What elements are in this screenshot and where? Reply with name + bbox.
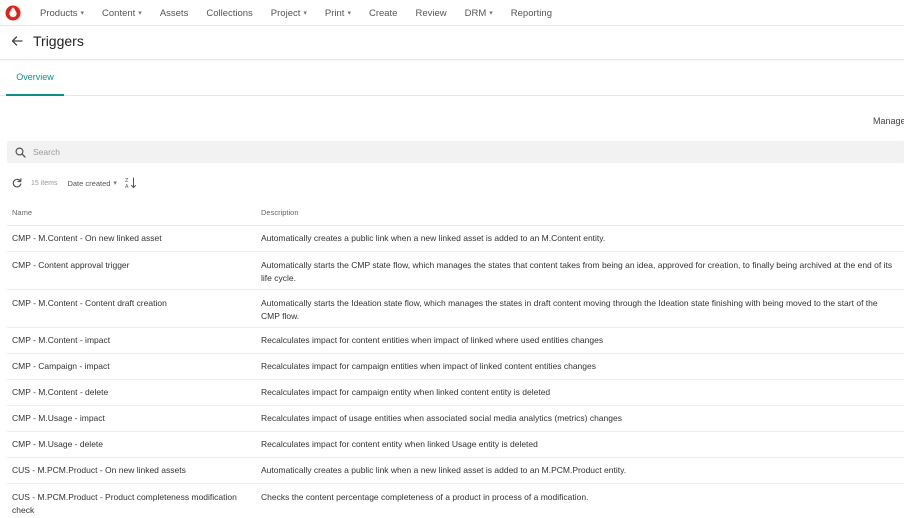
sort-dropdown[interactable]: Date created ▾ xyxy=(67,179,116,188)
nav-item-products[interactable]: Products ▾ xyxy=(40,8,84,19)
nav-item-create[interactable]: Create xyxy=(369,8,398,19)
trigger-name[interactable]: CMP - M.Content - Content draft creation xyxy=(7,297,261,327)
table-row[interactable]: CMP - M.Content - impact Recalculates imp… xyxy=(7,328,904,354)
trigger-name[interactable]: CUS - M.PCM.Product - Product completene… xyxy=(7,491,261,518)
manage-button[interactable]: Manage xyxy=(873,116,904,126)
trigger-name[interactable]: CMP - M.Content - delete xyxy=(7,386,261,399)
column-header-name[interactable]: Name xyxy=(7,208,261,217)
trigger-description: Recalculates impact of usage entities wh… xyxy=(261,413,622,424)
table-row[interactable]: CUS - M.PCM.Product - Product completene… xyxy=(7,484,904,518)
tab-bar: Overview xyxy=(0,60,904,96)
page-title: Triggers xyxy=(33,33,84,49)
item-count: 15 items xyxy=(31,179,58,187)
top-navigation-bar: Products ▾ Content ▾ Assets Collections Pr… xyxy=(0,0,904,26)
page-header: Triggers xyxy=(0,26,904,60)
table-row[interactable]: CUS - M.PCM.Product - On new linked asse… xyxy=(7,458,904,484)
logo-icon[interactable] xyxy=(5,5,21,21)
table-row[interactable]: CMP - M.Content - delete Recalculates imp… xyxy=(7,380,904,406)
trigger-description: Recalculates impact for content entity w… xyxy=(261,439,538,450)
triggers-table: Name Description CMP - M.Content - On ne… xyxy=(7,200,904,518)
chevron-down-icon: ▾ xyxy=(347,10,351,17)
trigger-name[interactable]: CMP - Campaign - impact xyxy=(7,360,261,373)
chevron-down-icon: ▾ xyxy=(80,10,85,17)
nav-item-collections[interactable]: Collections xyxy=(206,8,252,19)
trigger-name[interactable]: CUS - M.PCM.Product - On new linked asse… xyxy=(7,464,261,477)
search-icon xyxy=(15,147,26,158)
nav-item-review[interactable]: Review xyxy=(415,8,446,19)
chevron-down-icon: ▾ xyxy=(489,10,493,17)
nav-item-project[interactable]: Project ▾ xyxy=(271,8,307,19)
back-arrow-icon[interactable] xyxy=(10,34,24,48)
table-body: CMP - M.Content - On new linked asset Aut… xyxy=(7,226,904,518)
table-row[interactable]: CMP - M.Usage - impact Recalculates impac… xyxy=(7,406,904,432)
nav-item-assets[interactable]: Assets xyxy=(160,8,189,19)
trigger-description: Automatically creates a public link when… xyxy=(261,465,627,476)
trigger-description: Automatically starts the Ideation state … xyxy=(261,298,878,321)
chevron-down-icon: ▾ xyxy=(113,180,117,187)
table-header: Name Description xyxy=(7,200,904,226)
column-header-description[interactable]: Description xyxy=(261,208,904,217)
nav-item-drm[interactable]: DRM ▾ xyxy=(465,8,493,19)
list-toolbar: 15 items Date created ▾ Z A xyxy=(12,176,137,190)
trigger-name[interactable]: CMP - M.Usage - delete xyxy=(7,438,261,451)
chevron-down-icon: ▾ xyxy=(303,10,307,17)
nav-item-print[interactable]: Print ▾ xyxy=(325,8,351,19)
trigger-name[interactable]: CMP - M.Content - On new linked asset xyxy=(7,232,261,245)
table-row[interactable]: CMP - M.Content - Content draft creation… xyxy=(7,290,904,328)
table-row[interactable]: CMP - M.Content - On new linked asset Aut… xyxy=(7,226,904,252)
trigger-name[interactable]: CMP - M.Content - impact xyxy=(7,334,261,347)
tab-overview[interactable]: Overview xyxy=(6,60,64,96)
trigger-name[interactable]: CMP - M.Usage - impact xyxy=(7,412,261,425)
nav-item-reporting[interactable]: Reporting xyxy=(511,8,552,19)
chevron-down-icon: ▾ xyxy=(138,10,142,17)
sort-direction-icon[interactable]: Z A xyxy=(125,177,137,189)
main-nav: Products ▾ Content ▾ Assets Collections Pr… xyxy=(40,0,570,26)
trigger-description: Recalculates impact for campaign entitie… xyxy=(261,361,596,372)
search-bar xyxy=(7,141,904,163)
table-row[interactable]: CMP - Campaign - impact Recalculates impa… xyxy=(7,354,904,380)
trigger-description: Recalculates impact for campaign entity … xyxy=(261,387,551,398)
search-input[interactable] xyxy=(33,144,533,160)
svg-text:A: A xyxy=(125,184,129,189)
table-row[interactable]: CMP - Content approval trigger Automatica… xyxy=(7,252,904,290)
trigger-description: Recalculates impact for content entities… xyxy=(261,335,604,346)
nav-item-content[interactable]: Content ▾ xyxy=(102,8,142,19)
trigger-description: Automatically creates a public link when… xyxy=(261,233,606,244)
table-row[interactable]: CMP - M.Usage - delete Recalculates impac… xyxy=(7,432,904,458)
trigger-description: Automatically starts the CMP state flow,… xyxy=(261,260,893,283)
trigger-name[interactable]: CMP - Content approval trigger xyxy=(7,259,261,289)
trigger-description: Checks the content percentage completene… xyxy=(261,492,589,502)
refresh-icon[interactable] xyxy=(12,178,22,188)
